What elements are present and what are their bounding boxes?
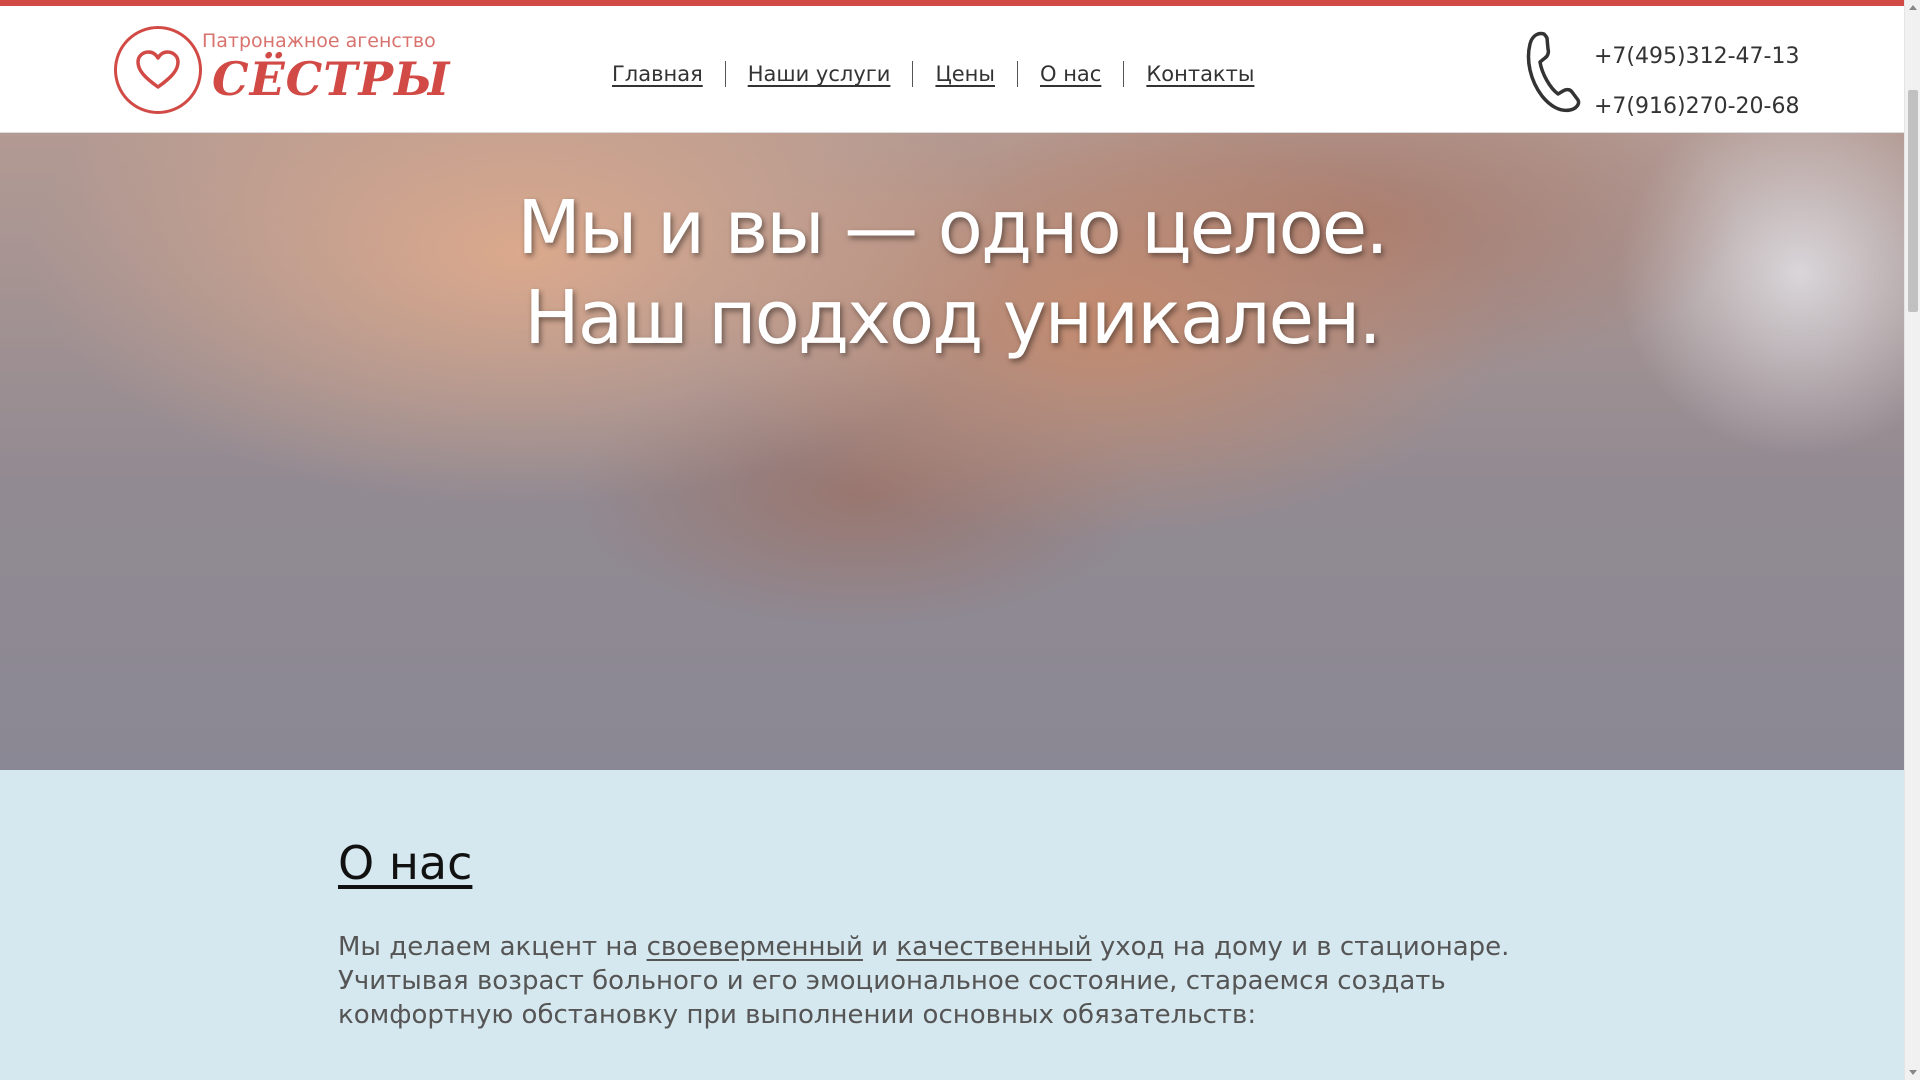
nav-link-about[interactable]: О нас [1016,61,1123,87]
link-quality[interactable]: качественный [896,932,1091,962]
logo-subtitle: Патронажное агенство [202,30,436,52]
link-timely[interactable]: своеверменный [647,932,863,962]
nav-link-prices[interactable]: Цены [912,61,1017,87]
heart-icon [136,50,180,89]
about-section: О нас Мы делаем акцент на своеверменный … [0,770,1904,1080]
site-header: Патронажное агенство СЁСТРЫ Главная Наши… [0,6,1904,133]
logo-name: СЁСТРЫ [212,52,451,106]
logo-emblem [114,26,202,114]
phone-number-2[interactable]: +7(916)270-20-68 [1594,82,1799,132]
scroll-thumb[interactable] [1908,90,1918,312]
page-scrollbar[interactable] [1904,0,1920,1080]
scroll-down-arrow-icon[interactable] [1909,1070,1917,1075]
nav-link-services[interactable]: Наши услуги [724,61,913,87]
hero-title: Мы и вы — одно целое. Наш подход уникале… [0,183,1904,363]
hero-title-line-2: Наш подход уникален. [524,275,1382,361]
hero-title-line-1: Мы и вы — одно целое. [517,185,1389,271]
hero-banner: Мы и вы — одно целое. Наш подход уникале… [0,133,1904,770]
logo[interactable]: Патронажное агенство СЁСТРЫ [114,26,449,118]
phone-number-1[interactable]: +7(495)312-47-13 [1594,32,1799,82]
scroll-up-arrow-icon[interactable] [1909,5,1917,10]
main-nav: Главная Наши услуги Цены О нас Контакты [590,54,1276,94]
phone-icon [1520,30,1584,114]
about-title: О нас [338,836,473,890]
about-text: Мы делаем акцент на своеверменный и каче… [338,930,1568,1032]
phone-numbers: +7(495)312-47-13 +7(916)270-20-68 [1594,32,1799,132]
about-text-part-1: Мы делаем акцент на [338,932,647,962]
nav-link-contacts[interactable]: Контакты [1123,61,1276,87]
nav-link-home[interactable]: Главная [590,61,725,87]
about-text-part-2: и [862,932,897,962]
